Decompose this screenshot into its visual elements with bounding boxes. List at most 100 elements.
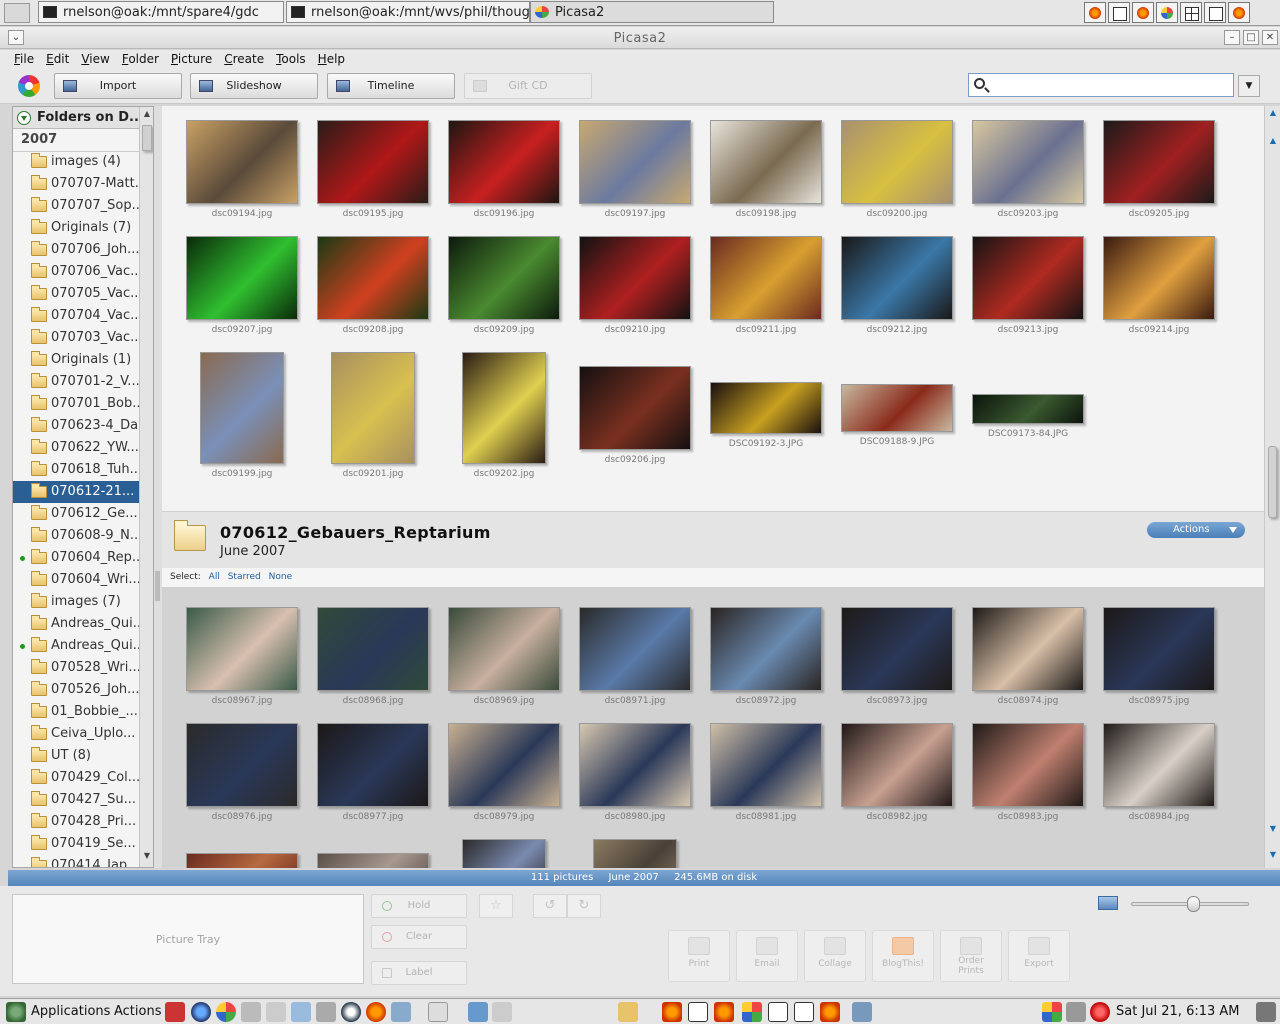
folder-list-scrollbar[interactable]: ▲ ▼ xyxy=(139,107,153,867)
folder-item[interactable]: 01_Bobbie_... xyxy=(13,701,139,723)
photo-thumbnail[interactable] xyxy=(579,236,691,320)
menu-folder[interactable]: Folder xyxy=(116,50,165,68)
window-icon[interactable] xyxy=(1108,2,1130,23)
maximize-icon[interactable]: □ xyxy=(1243,30,1259,45)
photo-thumbnail[interactable] xyxy=(710,120,822,204)
folder-item[interactable]: 070429_Col... xyxy=(13,767,139,789)
folder-item[interactable]: 070427_Su... xyxy=(13,789,139,811)
notes-icon[interactable] xyxy=(266,1002,286,1022)
scroll-down-icon[interactable]: ▼ xyxy=(1267,850,1279,864)
folder-item[interactable]: 070612_Ge... xyxy=(13,503,139,525)
minimize-icon[interactable]: – xyxy=(1224,30,1240,45)
timeline-button[interactable]: Timeline xyxy=(327,73,455,99)
photo-thumbnail[interactable] xyxy=(331,352,415,464)
thumbnail-size-slider[interactable] xyxy=(1131,896,1249,912)
folder-item[interactable]: 070706_Vac... xyxy=(13,261,139,283)
folder-item[interactable]: 070707_Sop... xyxy=(13,195,139,217)
gift-cd-button[interactable]: Gift CD xyxy=(464,73,592,99)
panel-splitter[interactable] xyxy=(154,106,162,868)
scroll-thumb[interactable] xyxy=(1268,446,1277,518)
folder-item[interactable]: 070618_Tuh... xyxy=(13,459,139,481)
hold-button[interactable]: Hold xyxy=(371,894,467,918)
select-all-link[interactable]: All xyxy=(209,572,220,582)
photo-thumbnail[interactable] xyxy=(710,607,822,691)
app-launcher-icon[interactable] xyxy=(165,1002,185,1022)
document-icon[interactable] xyxy=(316,1002,336,1022)
photo-thumbnail[interactable] xyxy=(972,120,1084,204)
folder-item[interactable]: 070701-2_V... xyxy=(13,371,139,393)
folder-item[interactable]: 070707-Matt... xyxy=(13,173,139,195)
editor-icon[interactable] xyxy=(241,1002,261,1022)
task-terminal-gdc[interactable]: rnelson@oak:/mnt/spare4/gdc xyxy=(38,1,284,23)
photo-thumbnail[interactable] xyxy=(841,120,953,204)
photo-thumbnail[interactable] xyxy=(448,607,560,691)
photo-thumbnail[interactable] xyxy=(972,723,1084,807)
star-button[interactable]: ☆ xyxy=(479,894,513,918)
browser-icon[interactable] xyxy=(191,1002,211,1022)
task-terminal-thoughtlet[interactable]: rnelson@oak:/mnt/wvs/phil/thoughtlet xyxy=(286,1,530,23)
photo-thumbnail[interactable] xyxy=(841,607,953,691)
folder-item[interactable]: 070528_Wri... xyxy=(13,657,139,679)
rotate-right-button[interactable]: ↻ xyxy=(567,894,601,918)
window-icon[interactable] xyxy=(794,1002,814,1022)
photo-thumbnail[interactable] xyxy=(1103,236,1215,320)
actions-menu[interactable]: Actions xyxy=(114,1004,162,1019)
folder-item[interactable]: 070705_Vac... xyxy=(13,283,139,305)
photo-thumbnail[interactable] xyxy=(200,352,284,464)
photo-thumbnail[interactable] xyxy=(317,120,429,204)
task-picasa[interactable]: Picasa2 xyxy=(530,1,774,23)
photo-thumbnail[interactable] xyxy=(841,723,953,807)
monitor-icon[interactable] xyxy=(291,1002,311,1022)
photo-thumbnail[interactable] xyxy=(579,120,691,204)
folder-item[interactable]: 070604_Rep... xyxy=(13,547,139,569)
folder-item[interactable]: 070701_Bob... xyxy=(13,393,139,415)
scroll-down-icon[interactable]: ▼ xyxy=(1267,824,1279,838)
menu-create[interactable]: Create xyxy=(218,50,270,68)
email-button[interactable]: Email xyxy=(736,930,798,982)
clear-button[interactable]: Clear xyxy=(371,925,467,949)
folder-item[interactable]: 070414_Jap... xyxy=(13,855,139,867)
folder-item[interactable]: Andreas_Qui... xyxy=(13,635,139,657)
picasa-icon[interactable] xyxy=(216,1002,236,1022)
photo-thumbnail[interactable] xyxy=(317,607,429,691)
clock[interactable]: Sat Jul 21, 6:13 AM xyxy=(1116,1004,1240,1019)
folder-icon[interactable] xyxy=(618,1002,638,1022)
splitter-grip[interactable] xyxy=(155,571,160,601)
photo-thumbnail[interactable] xyxy=(186,853,298,868)
rotate-left-button[interactable]: ↺ xyxy=(533,894,567,918)
collapse-icon[interactable] xyxy=(17,111,31,125)
applications-menu[interactable]: Applications xyxy=(31,1004,110,1019)
photo-thumbnail[interactable] xyxy=(448,236,560,320)
photo-thumbnail[interactable] xyxy=(448,723,560,807)
firefox-icon[interactable] xyxy=(366,1002,386,1022)
photo-thumbnail[interactable] xyxy=(579,607,691,691)
picasa-logo-icon[interactable] xyxy=(18,75,40,97)
photo-thumbnail[interactable] xyxy=(186,120,298,204)
window-list-icon[interactable] xyxy=(852,1002,872,1022)
folder-item[interactable]: 070608-9_N... xyxy=(13,525,139,547)
window-icon[interactable] xyxy=(688,1002,708,1022)
folder-item[interactable]: 070623-4_Da... xyxy=(13,415,139,437)
photo-thumbnail[interactable] xyxy=(462,839,546,868)
folder-item[interactable]: 070622_YW... xyxy=(13,437,139,459)
workspace-icon[interactable] xyxy=(1180,2,1202,23)
photo-thumbnail[interactable] xyxy=(186,607,298,691)
blogthis-button[interactable]: BlogThis! xyxy=(872,930,934,982)
search-options-dropdown[interactable]: ▼ xyxy=(1238,75,1260,97)
photo-thumbnail[interactable] xyxy=(1103,607,1215,691)
collage-button[interactable]: Collage xyxy=(804,930,866,982)
slideshow-button[interactable]: Slideshow xyxy=(190,73,318,99)
folder-item[interactable]: UT (8) xyxy=(13,745,139,767)
firefox-icon[interactable] xyxy=(1084,2,1106,23)
folder-item[interactable]: Originals (1) xyxy=(13,349,139,371)
photo-thumbnail[interactable] xyxy=(579,366,691,450)
menu-edit[interactable]: Edit xyxy=(40,50,75,68)
photo-thumbnail[interactable] xyxy=(317,723,429,807)
network-tray-icon[interactable] xyxy=(1066,1002,1086,1022)
scroll-up-icon[interactable]: ▲ xyxy=(1267,136,1279,150)
photo-thumbnail[interactable] xyxy=(841,236,953,320)
phone-icon[interactable] xyxy=(428,1002,448,1022)
menu-picture[interactable]: Picture xyxy=(165,50,218,68)
folder-item[interactable]: Originals (7) xyxy=(13,217,139,239)
photo-thumbnail[interactable] xyxy=(972,236,1084,320)
